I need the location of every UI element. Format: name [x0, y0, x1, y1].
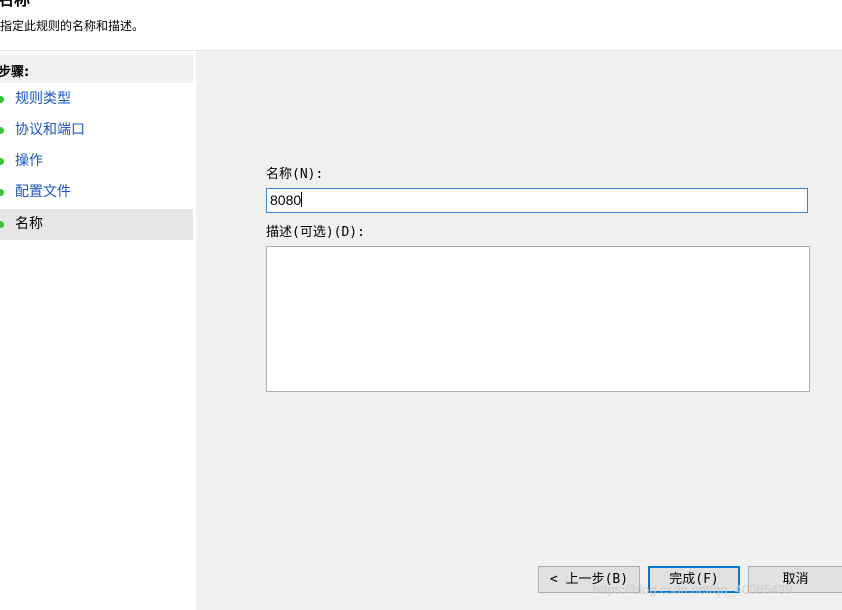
- name-input-value: 8080: [270, 192, 302, 208]
- step-protocol-ports[interactable]: 协议和端口: [0, 115, 193, 146]
- steps-heading-bar: 步骤:: [0, 55, 193, 83]
- step-bullet-icon: [0, 127, 4, 134]
- name-input[interactable]: 8080: [266, 188, 808, 213]
- step-name[interactable]: 名称: [0, 209, 193, 240]
- step-action[interactable]: 操作: [0, 146, 193, 177]
- name-label: 名称(N):: [266, 167, 324, 182]
- step-label: 名称: [15, 216, 43, 232]
- step-bullet-icon: [0, 221, 4, 228]
- page-title: 名称: [0, 0, 30, 10]
- step-label: 规则类型: [15, 91, 71, 107]
- description-textarea[interactable]: [266, 246, 810, 392]
- step-bullet-icon: [0, 189, 4, 196]
- step-label: 协议和端口: [15, 122, 85, 138]
- description-label: 描述(可选)(D):: [266, 225, 365, 240]
- steps-heading: 步骤:: [0, 65, 30, 80]
- step-bullet-icon: [0, 96, 4, 103]
- watermark-text: https://blog.csdn.net/qq_40085439: [593, 582, 793, 597]
- text-caret: [301, 192, 303, 207]
- wizard-header: 名称 指定此规则的名称和描述。: [0, 0, 842, 50]
- steps-panel: 步骤: 规则类型 协议和端口 操作 配置文件 名称: [0, 51, 196, 610]
- main-panel: 名称(N): 8080 描述(可选)(D): < 上一步(B) 完成(F) 取消: [198, 51, 842, 610]
- step-rule-type[interactable]: 规则类型: [0, 84, 193, 115]
- page-description: 指定此规则的名称和描述。: [0, 19, 145, 33]
- step-bullet-icon: [0, 158, 4, 165]
- step-profile[interactable]: 配置文件: [0, 177, 193, 208]
- step-label: 操作: [15, 153, 43, 169]
- step-label: 配置文件: [15, 184, 71, 200]
